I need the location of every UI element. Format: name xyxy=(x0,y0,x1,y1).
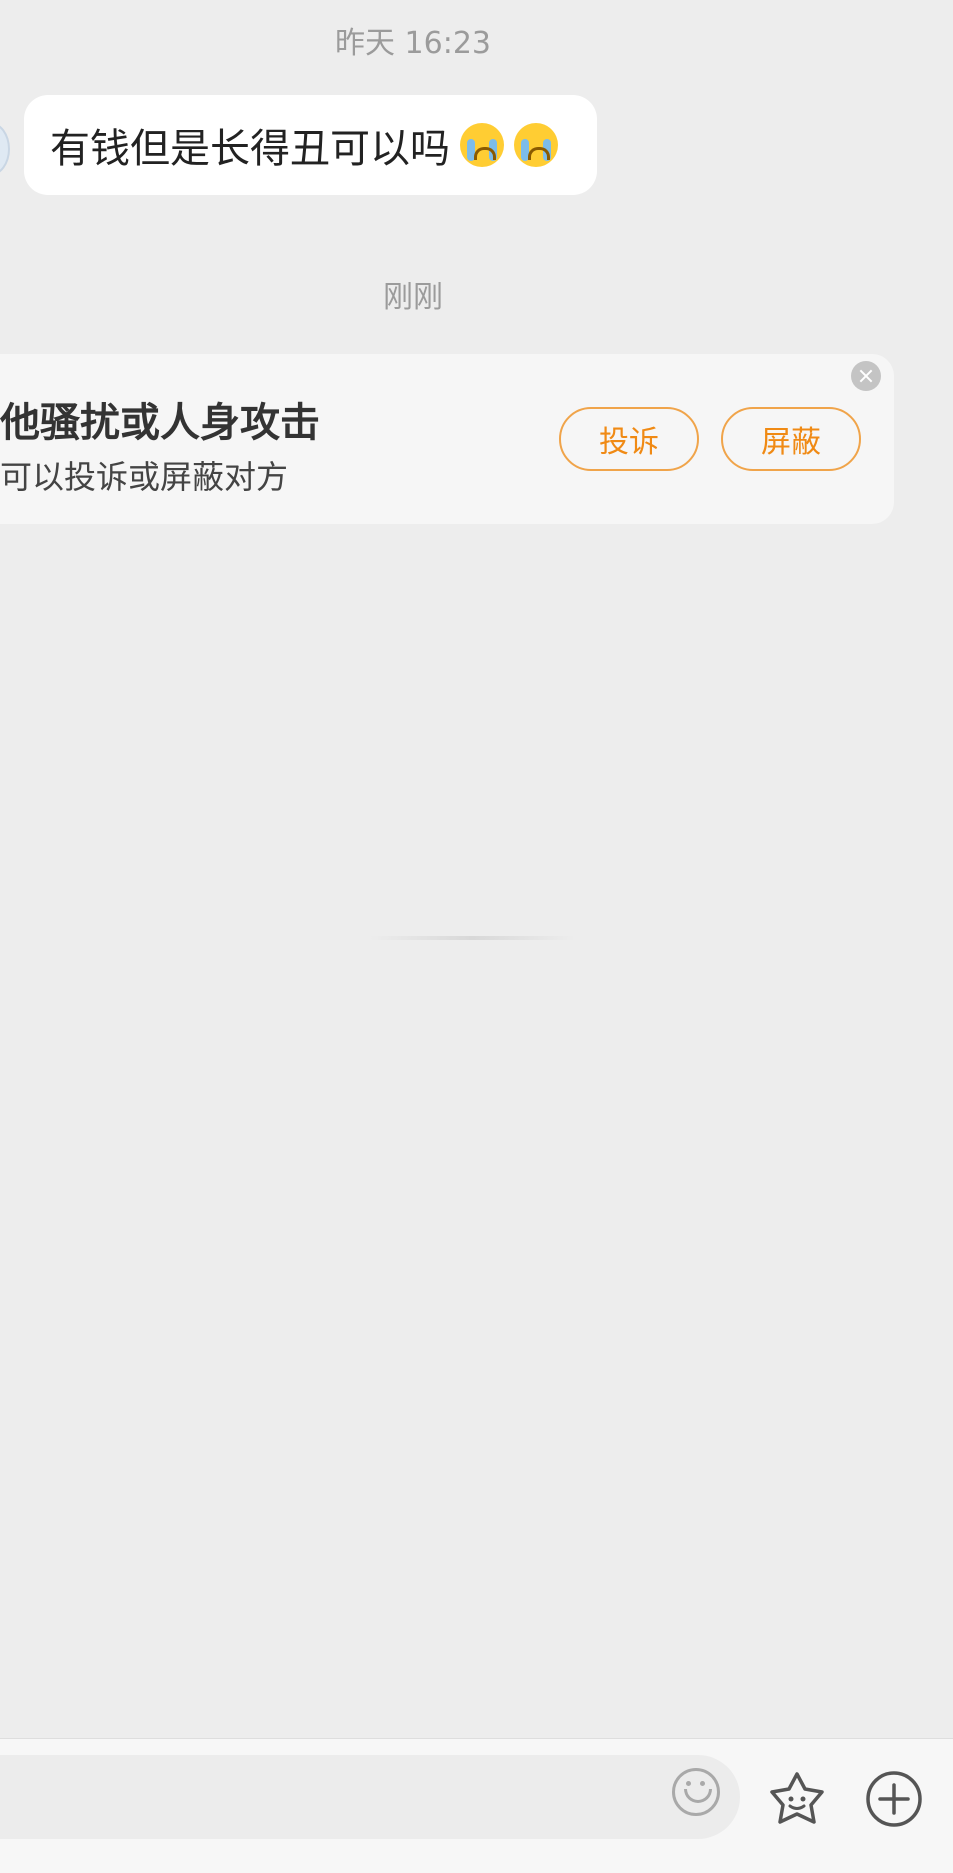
timestamp-just-now: 刚刚 xyxy=(383,280,443,315)
crying-emoji-icon xyxy=(460,123,504,167)
notice-title: 他骚扰或人身攻击 xyxy=(0,400,320,446)
crying-emoji-icon xyxy=(514,123,558,167)
notice-subtitle: 可以投诉或屏蔽对方 xyxy=(0,458,289,496)
close-icon[interactable] xyxy=(851,361,881,391)
report-button[interactable]: 投诉 xyxy=(559,407,699,471)
emoji-icon[interactable] xyxy=(672,1768,720,1816)
faint-divider xyxy=(370,936,575,940)
block-button[interactable]: 屏蔽 xyxy=(721,407,861,471)
message-text: 有钱但是长得丑可以吗 xyxy=(50,126,450,172)
avatar[interactable] xyxy=(0,122,10,176)
input-bar xyxy=(0,1738,953,1873)
safety-notice-card: 他骚扰或人身攻击 可以投诉或屏蔽对方 投诉 屏蔽 xyxy=(0,354,894,524)
message-input[interactable] xyxy=(0,1755,740,1839)
plus-icon[interactable] xyxy=(864,1769,924,1829)
message-bubble[interactable]: 有钱但是长得丑可以吗 xyxy=(24,95,597,195)
favorite-sticker-icon[interactable] xyxy=(767,1769,827,1829)
timestamp-yesterday: 昨天 16:23 xyxy=(335,26,491,61)
